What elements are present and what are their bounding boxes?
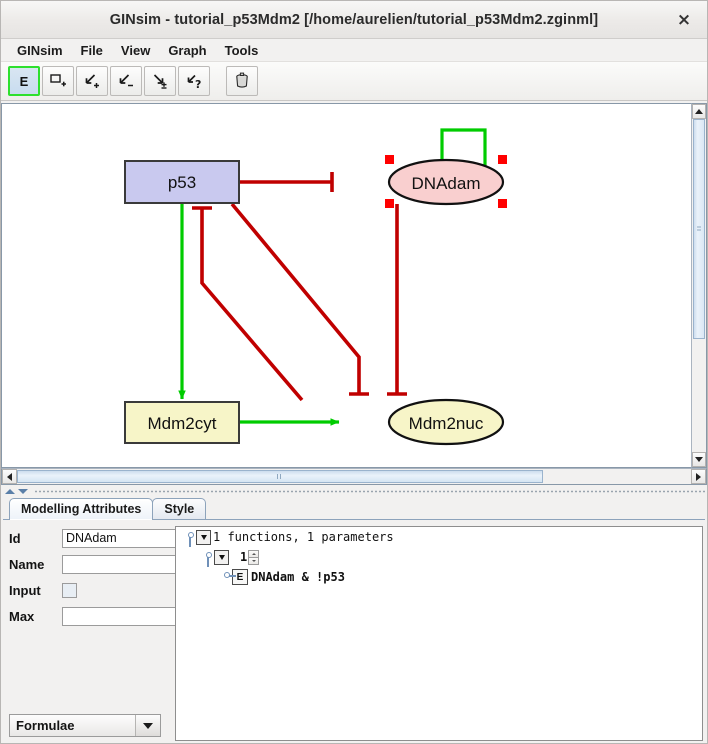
toolbar: E [1,62,707,101]
graph-node-p53-label: p53 [168,173,196,192]
dual-edge-icon [150,72,170,90]
menubar: GINsim File View Graph Tools [1,39,707,62]
splitter-collapse-up-icon[interactable] [5,489,15,494]
selection-handle[interactable] [498,155,507,164]
menu-item-ginsim[interactable]: GINsim [8,42,72,59]
function-value-increment-button[interactable] [248,550,259,558]
triangle-left-icon [7,473,12,481]
selection-handle[interactable] [385,155,394,164]
scroll-down-button[interactable] [692,452,706,467]
regulatory-graph: p53 DNAdam Mdm2cyt [2,104,688,466]
scroll-right-button[interactable] [691,469,706,484]
functions-tree-panel[interactable]: 1 functions, 1 parameters 1 E DNAdam & !… [175,526,703,741]
edge-p53-to-dnadam[interactable] [239,172,332,192]
graph-node-dnadam[interactable]: DNAdam [389,160,503,204]
add-node-icon [48,72,68,90]
panel-splitter[interactable] [1,485,707,497]
triangle-down-icon [695,457,703,462]
selection-handle[interactable] [498,199,507,208]
graph-node-mdm2cyt[interactable]: Mdm2cyt [125,402,239,443]
menu-item-tools[interactable]: Tools [216,42,268,59]
selection-handle[interactable] [385,199,394,208]
unknown-edge-icon: ? [184,72,204,90]
tab-modelling-attributes[interactable]: Modelling Attributes [9,498,153,519]
select-edit-tool[interactable]: E [8,66,40,96]
graph-node-mdm2nuc-label: Mdm2nuc [409,414,484,433]
menu-item-graph[interactable]: Graph [159,42,215,59]
add-negative-edge-tool[interactable] [110,66,142,96]
tree-row-root[interactable]: 1 functions, 1 parameters [176,527,702,547]
tree-expand-handle-icon[interactable] [184,527,196,547]
input-label: Input [9,583,62,598]
bottom-panel-tabstrip: Modelling Attributes Style [3,497,705,520]
input-field-row: Input [9,578,169,602]
edge-p53-to-mdm2nuc[interactable] [232,204,369,394]
add-dual-edge-tool[interactable] [144,66,176,96]
id-field-row: Id [9,526,169,550]
expression-badge-icon: E [232,569,248,585]
add-node-tool[interactable] [42,66,74,96]
add-unknown-edge-tool[interactable]: ? [178,66,210,96]
graph-node-mdm2nuc[interactable]: Mdm2nuc [389,400,503,444]
graph-canvas[interactable]: p53 DNAdam Mdm2cyt [1,103,691,468]
negative-edge-icon [116,72,136,90]
add-positive-edge-tool[interactable] [76,66,108,96]
window-title: GINsim - tutorial_p53Mdm2 [/home/aurelie… [110,12,598,28]
vertical-scroll-thumb[interactable] [693,119,705,339]
splitter-grip-icon [34,490,707,493]
tree-formula-label: DNAdam & !p53 [251,570,345,584]
formulae-dropdown-label: Formulae [10,715,135,736]
triangle-right-icon [696,473,701,481]
max-field-row: Max [9,604,169,628]
trash-icon [232,71,252,91]
menu-item-view[interactable]: View [112,42,159,59]
tree-toggle-icon[interactable] [196,530,211,545]
svg-text:?: ? [195,78,201,90]
close-icon[interactable]: × [674,10,694,30]
tree-leaf-handle-icon [220,567,232,587]
scroll-grip-icon [697,226,701,231]
tab-style[interactable]: Style [152,498,206,519]
tree-row-formula[interactable]: E DNAdam & !p53 [176,567,702,587]
formulae-dropdown[interactable]: Formulae [9,714,161,737]
canvas-horizontal-scrollbar[interactable] [1,468,707,485]
positive-edge-icon [82,72,102,90]
window-titlebar: GINsim - tutorial_p53Mdm2 [/home/aurelie… [1,1,707,39]
graph-node-dnadam-label: DNAdam [412,174,481,193]
chevron-down-icon[interactable] [135,715,160,736]
scroll-grip-icon [277,474,283,479]
max-label: Max [9,609,62,624]
node-attributes-form: Id Name Input Max [3,526,169,741]
ginsim-main-window: GINsim - tutorial_p53Mdm2 [/home/aurelie… [0,0,708,744]
splitter-collapse-down-icon[interactable] [18,489,28,494]
graph-node-p53[interactable]: p53 [125,161,239,203]
graph-canvas-container: p53 DNAdam Mdm2cyt [1,103,707,468]
function-value-stepper[interactable] [248,550,259,565]
bottom-panel: Modelling Attributes Style Id Name Input [1,497,707,743]
delete-tool[interactable] [226,66,258,96]
tree-toggle-icon[interactable] [214,550,229,565]
scroll-up-button[interactable] [692,104,706,119]
edge-dnadam-to-mdm2nuc[interactable] [387,204,407,394]
function-value-decrement-button[interactable] [248,557,259,565]
bottom-panel-body: Id Name Input Max [3,520,705,741]
scroll-left-button[interactable] [2,469,17,484]
edge-mdm2nuc-to-p53[interactable] [192,208,302,400]
name-label: Name [9,557,62,572]
name-field-row: Name [9,552,169,576]
vertical-scroll-track[interactable] [692,119,706,452]
letter-e-icon: E [20,74,29,89]
triangle-up-icon [695,109,703,114]
input-checkbox[interactable] [62,583,77,598]
id-label: Id [9,531,62,546]
tree-expand-handle-icon[interactable] [202,547,214,567]
tree-function-value: 1 [240,550,247,564]
canvas-vertical-scrollbar[interactable] [691,103,707,468]
tree-root-label: 1 functions, 1 parameters [213,530,394,544]
tree-row-function[interactable]: 1 [176,547,702,567]
menu-item-file[interactable]: File [72,42,112,59]
horizontal-scroll-track[interactable] [17,469,691,484]
graph-node-mdm2cyt-label: Mdm2cyt [148,414,217,433]
horizontal-scroll-thumb[interactable] [17,470,543,483]
